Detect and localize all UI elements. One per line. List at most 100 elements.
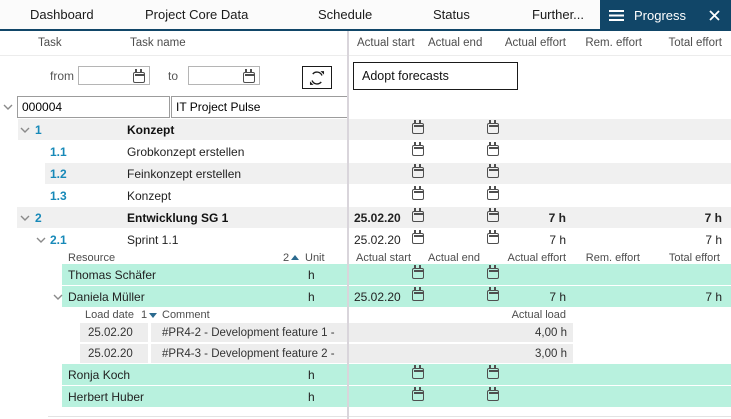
task-number: 1 xyxy=(35,119,42,141)
actual-start-value[interactable]: 25.02.20 xyxy=(354,207,401,229)
col-rem-effort: Rem. effort xyxy=(564,251,640,264)
col-comment[interactable]: Comment xyxy=(162,308,210,322)
load-comment-cell[interactable]: #PR4-2 - Development feature 1 - 4,00 h xyxy=(151,323,573,342)
calendar-icon[interactable] xyxy=(487,121,499,139)
chevron-down-icon[interactable] xyxy=(3,96,13,118)
calendar-icon[interactable] xyxy=(487,366,499,384)
adopt-forecasts-button[interactable]: Adopt forecasts xyxy=(353,62,518,90)
col-unit[interactable]: Unit xyxy=(305,251,325,264)
load-row[interactable]: 25.02.20 #PR4-2 - Development feature 1 … xyxy=(0,322,731,343)
task-number: 1.1 xyxy=(50,141,67,163)
actual-load-value: 4,00 h xyxy=(535,327,573,339)
chevron-down-icon[interactable] xyxy=(36,229,46,251)
tab-project-core-data[interactable]: Project Core Data xyxy=(145,0,248,29)
col-task-name: Task name xyxy=(130,31,186,55)
project-name-input[interactable] xyxy=(171,96,348,118)
calendar-icon[interactable] xyxy=(412,209,424,227)
load-date-cell[interactable]: 25.02.20 xyxy=(80,344,148,363)
grid-header: Task Task name Actual start Actual end A… xyxy=(0,31,731,56)
calendar-icon[interactable] xyxy=(487,266,499,284)
task-name[interactable]: Sprint 1.1 xyxy=(127,229,178,251)
refresh-icon xyxy=(308,69,326,87)
project-id-input[interactable] xyxy=(17,96,170,118)
calendar-icon[interactable] xyxy=(412,366,424,384)
calendar-icon[interactable] xyxy=(487,388,499,406)
task-name[interactable]: Grobkonzept erstellen xyxy=(127,141,244,163)
actual-load-value: 3,00 h xyxy=(535,348,573,360)
calendar-icon[interactable] xyxy=(412,143,424,161)
col-actual-end: Actual end xyxy=(428,31,482,55)
load-row[interactable]: 25.02.20 #PR4-3 - Development feature 2 … xyxy=(0,343,731,364)
actual-start-value[interactable]: 25.02.20 xyxy=(354,286,401,308)
tab-dashboard[interactable]: Dashboard xyxy=(30,0,94,29)
close-icon[interactable] xyxy=(709,10,720,21)
task-row[interactable]: 1.3 Konzept xyxy=(0,185,731,207)
load-header-row: Load date 1 Comment Actual load xyxy=(0,308,731,322)
task-name[interactable]: Konzept xyxy=(127,119,174,141)
resource-name[interactable]: Thomas Schäfer xyxy=(68,264,156,286)
tab-schedule[interactable]: Schedule xyxy=(318,0,372,29)
calendar-icon[interactable] xyxy=(412,266,424,284)
calendar-icon[interactable] xyxy=(412,165,424,183)
resource-row[interactable]: Thomas Schäfer h xyxy=(0,264,731,286)
row-highlight xyxy=(62,264,731,285)
calendar-icon[interactable] xyxy=(412,121,424,139)
calendar-icon[interactable] xyxy=(412,388,424,406)
actual-start-value[interactable]: 25.02.20 xyxy=(354,229,401,251)
resource-row[interactable]: Ronja Koch h xyxy=(0,364,731,386)
resource-row[interactable]: Daniela Müller h 25.02.20 7 h 7 h xyxy=(0,286,731,308)
col-load-date[interactable]: Load date xyxy=(85,308,134,322)
tab-further[interactable]: Further... xyxy=(532,0,584,29)
refresh-button[interactable] xyxy=(302,66,332,89)
task-number: 1.3 xyxy=(50,185,67,207)
total-effort-value: 7 h xyxy=(646,286,722,308)
calendar-icon[interactable] xyxy=(412,288,424,306)
progress-window: Dashboard Project Core Data Schedule Sta… xyxy=(0,0,731,419)
sort-indicator[interactable]: 2 xyxy=(283,251,299,264)
calendar-icon[interactable] xyxy=(412,231,424,249)
load-comment-value: #PR4-2 - Development feature 1 - xyxy=(151,327,335,339)
calendar-icon[interactable] xyxy=(487,165,499,183)
project-row xyxy=(0,96,731,119)
col-rem-effort: Rem. effort xyxy=(566,31,642,55)
task-row[interactable]: 2.1 Sprint 1.1 25.02.20 7 h 7 h xyxy=(0,229,731,251)
total-effort-value: 7 h xyxy=(646,229,722,251)
chevron-down-icon[interactable] xyxy=(20,207,30,229)
resource-row[interactable]: Herbert Huber h xyxy=(0,386,731,408)
task-row[interactable]: 1 Konzept xyxy=(0,119,731,141)
task-row[interactable]: 2 Entwicklung SG 1 25.02.20 7 h 7 h xyxy=(0,207,731,229)
calendar-icon[interactable] xyxy=(412,187,424,205)
calendar-icon[interactable] xyxy=(133,70,145,88)
chevron-down-icon[interactable] xyxy=(20,119,30,141)
calendar-icon[interactable] xyxy=(243,70,255,88)
load-comment-cell[interactable]: #PR4-3 - Development feature 2 - 3,00 h xyxy=(151,344,573,363)
task-name[interactable]: Feinkonzept erstellen xyxy=(127,163,241,185)
pane-splitter[interactable] xyxy=(347,31,349,419)
task-name[interactable]: Entwicklung SG 1 xyxy=(127,207,228,229)
tab-status[interactable]: Status xyxy=(433,0,470,29)
calendar-icon[interactable] xyxy=(487,187,499,205)
calendar-icon[interactable] xyxy=(487,143,499,161)
row-divider xyxy=(48,416,731,417)
resource-name[interactable]: Herbert Huber xyxy=(68,386,144,408)
tab-progress[interactable]: Progress xyxy=(600,0,731,31)
col-resource[interactable]: Resource xyxy=(68,251,115,264)
task-row[interactable]: 1.1 Grobkonzept erstellen xyxy=(0,141,731,163)
col-actual-start: Actual start xyxy=(357,31,415,55)
tab-progress-label: Progress xyxy=(634,8,686,23)
resource-name[interactable]: Daniela Müller xyxy=(68,286,145,308)
chevron-down-icon[interactable] xyxy=(53,286,63,308)
load-date-value: 25.02.20 xyxy=(80,327,133,339)
sort-indicator[interactable]: 1 xyxy=(141,308,157,322)
row-highlight xyxy=(62,364,731,385)
to-label: to xyxy=(168,56,178,96)
task-name[interactable]: Konzept xyxy=(127,185,171,207)
hamburger-menu-icon[interactable] xyxy=(609,10,624,21)
sort-up-icon xyxy=(291,255,299,260)
load-date-cell[interactable]: 25.02.20 xyxy=(80,323,148,342)
resource-name[interactable]: Ronja Koch xyxy=(68,364,130,386)
task-row[interactable]: 1.2 Feinkonzept erstellen xyxy=(0,163,731,185)
actual-effort-value: 7 h xyxy=(490,207,566,229)
unit-value: h xyxy=(308,264,315,286)
total-effort-value: 7 h xyxy=(646,207,722,229)
